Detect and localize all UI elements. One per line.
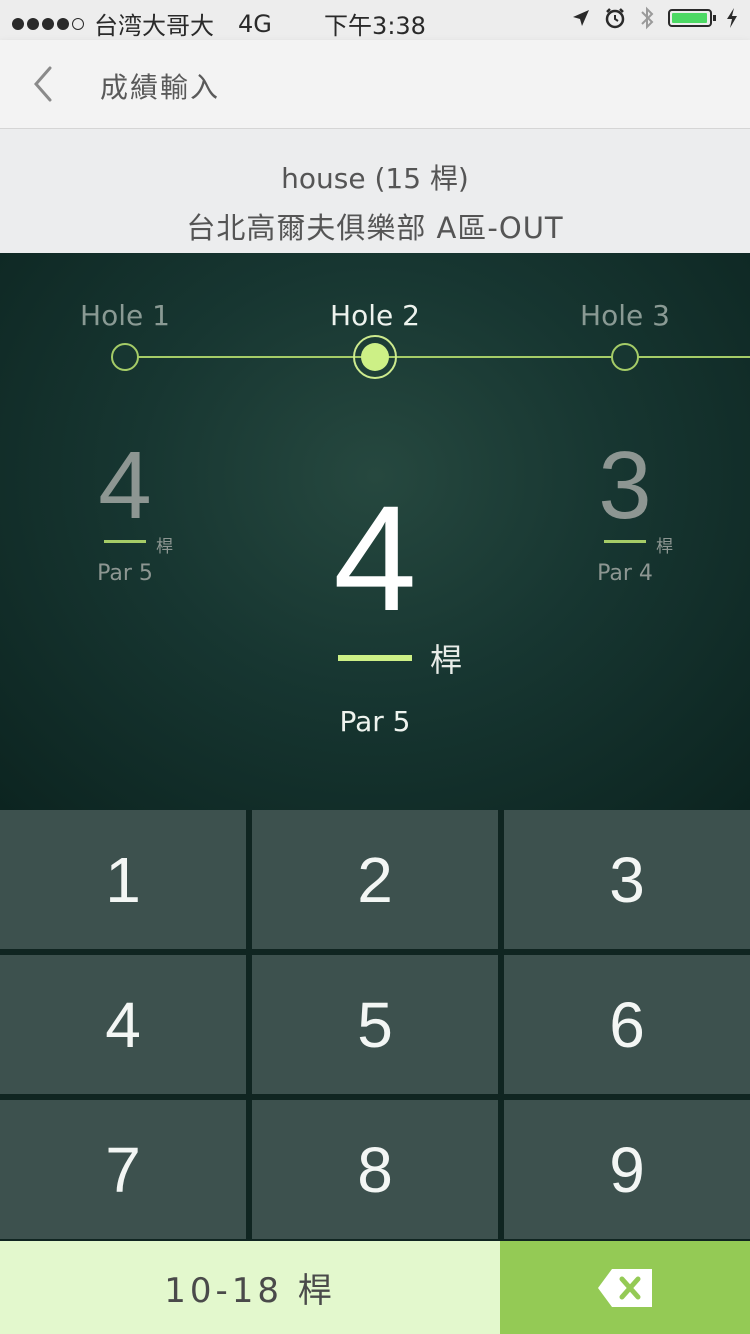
hole-1-score[interactable]: 4 桿 Par 5 bbox=[65, 432, 185, 587]
key-1[interactable]: 1 bbox=[0, 810, 246, 949]
round-info: house (15 桿) 台北高爾夫俱樂部 A區-OUT bbox=[0, 129, 750, 253]
status-bar: 台湾大哥大 4G 下午3:38 bbox=[0, 0, 750, 40]
hole-tab-1[interactable]: Hole 1 bbox=[25, 299, 225, 332]
current-hole-unit: 桿 bbox=[430, 641, 463, 679]
battery-icon bbox=[668, 9, 716, 27]
hole-timeline bbox=[126, 356, 750, 358]
player-summary: house (15 桿) bbox=[281, 162, 469, 195]
hole-3-strokes: 3 bbox=[598, 432, 652, 539]
hole-1-strokes: 4 bbox=[98, 432, 152, 539]
current-hole-score: 4 桿 Par 5 bbox=[275, 483, 475, 738]
location-arrow-icon bbox=[573, 10, 589, 26]
key-8[interactable]: 8 bbox=[252, 1100, 498, 1239]
range-10-18-button[interactable]: 10-18 桿 bbox=[0, 1241, 500, 1334]
current-hole-strokes: 4 bbox=[333, 474, 417, 642]
hole-3-score[interactable]: 3 桿 Par 4 bbox=[565, 432, 685, 587]
key-3[interactable]: 3 bbox=[504, 810, 750, 949]
delete-button[interactable] bbox=[500, 1241, 750, 1334]
key-4[interactable]: 4 bbox=[0, 955, 246, 1094]
bluetooth-icon bbox=[641, 6, 654, 30]
hole-3-par: Par 4 bbox=[597, 561, 653, 586]
hole-3-node[interactable] bbox=[611, 343, 639, 371]
key-7[interactable]: 7 bbox=[0, 1100, 246, 1239]
hole-3-underline: 桿 bbox=[604, 537, 673, 557]
course-name: 台北高爾夫俱樂部 A區-OUT bbox=[186, 211, 564, 245]
key-9[interactable]: 9 bbox=[504, 1100, 750, 1239]
chevron-left-icon bbox=[34, 66, 52, 102]
keypad-bottom-row: 10-18 桿 bbox=[0, 1241, 750, 1334]
hole-score-panel: Hole 1 Hole 2 Hole 3 4 桿 Par 5 4 桿 Par 5… bbox=[0, 253, 750, 810]
hole-tab-3[interactable]: Hole 3 bbox=[525, 299, 725, 332]
key-5[interactable]: 5 bbox=[252, 955, 498, 1094]
hole-1-par: Par 5 bbox=[97, 561, 153, 586]
hole-3-unit: 桿 bbox=[656, 537, 673, 557]
back-button[interactable] bbox=[30, 62, 70, 106]
key-6[interactable]: 6 bbox=[504, 955, 750, 1094]
current-hole-underline: 桿 bbox=[338, 641, 462, 679]
current-hole-par: Par 5 bbox=[339, 705, 411, 738]
hole-tab-2[interactable]: Hole 2 bbox=[275, 299, 475, 332]
hole-1-node[interactable] bbox=[111, 343, 139, 371]
score-keypad: 1 2 3 4 5 6 7 8 9 bbox=[0, 810, 750, 1241]
navigation-bar: 成績輸入 bbox=[0, 40, 750, 129]
status-right bbox=[572, 6, 738, 30]
key-2[interactable]: 2 bbox=[252, 810, 498, 949]
page-title: 成績輸入 bbox=[100, 71, 221, 104]
hole-2-node[interactable] bbox=[353, 335, 397, 379]
alarm-icon bbox=[605, 8, 625, 29]
backspace-icon bbox=[598, 1269, 652, 1307]
hole-1-unit: 桿 bbox=[156, 537, 173, 557]
hole-1-underline: 桿 bbox=[104, 537, 173, 557]
charging-icon bbox=[727, 8, 737, 28]
